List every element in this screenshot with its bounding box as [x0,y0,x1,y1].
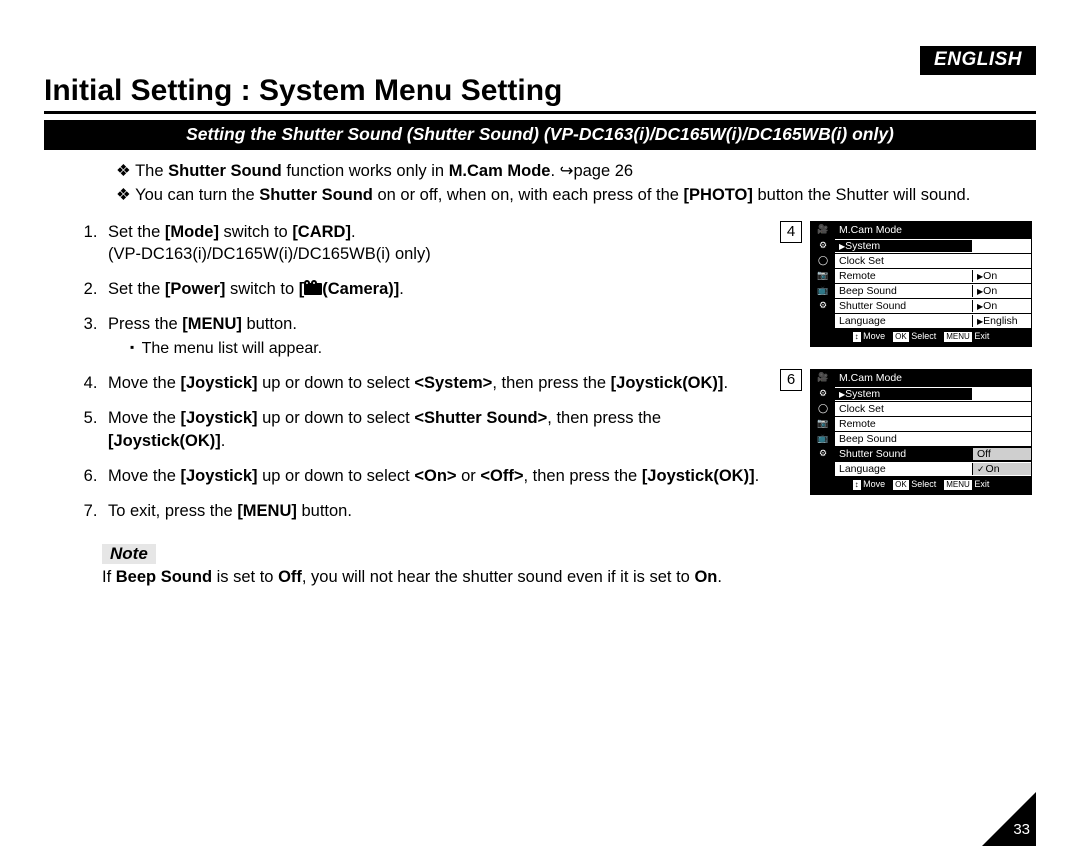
step-list: Set the [Mode] switch to [CARD]. (VP-DC1… [102,221,766,523]
step-6: Move the [Joystick] up or down to select… [102,465,766,487]
note-heading: Note [102,544,156,564]
manual-page: ENGLISH Initial Setting : System Menu Se… [0,0,1080,866]
step-7: To exit, press the [MENU] button. [102,500,766,522]
camera-icon: 📷 [811,269,835,284]
tv-icon: 📺 [811,432,835,447]
menu-panel-4: 🎥 ⚙ ◯ 📷 📺 ⚙ M.Cam Mode ▶System Clock Set [810,221,1032,347]
gear-icon: ⚙ [811,299,835,314]
camera-mode-icon: 🎥 [811,370,835,387]
step-5: Move the [Joystick] up or down to select… [102,407,766,452]
step-1: Set the [Mode] switch to [CARD]. (VP-DC1… [102,221,766,266]
camera-icon: 📷 [811,417,835,432]
menu-panel-6: 🎥 ⚙ ◯ 📷 📺 ⚙ M.Cam Mode ▶System Clock Set [810,369,1032,495]
step-badge-4: 4 [780,221,802,243]
note-body: If Beep Sound is set to Off, you will no… [102,566,766,588]
gear-icon: ⚙ [811,447,835,462]
step-4: Move the [Joystick] up or down to select… [102,372,766,394]
intro-bullet-1: The Shutter Sound function works only in… [116,160,1036,182]
gear-icon: ⚙ [811,239,835,254]
updown-icon: ↕ [853,332,861,342]
menu-footer: ↕ Move OK Select MENU Exit [811,328,1031,346]
menu-icon-column: 🎥 ⚙ ◯ 📷 📺 ⚙ [811,370,835,476]
intro-bullets: The Shutter Sound function works only in… [76,160,1036,207]
section-heading: Setting the Shutter Sound (Shutter Sound… [44,120,1036,150]
menu-figure-6: 6 🎥 ⚙ ◯ 📷 📺 ⚙ M.Cam Mode [780,369,1036,495]
step-2: Set the [Power] switch to [(Camera)]. [102,278,766,300]
tv-icon: 📺 [811,284,835,299]
step-3: Press the [MENU] button. The menu list w… [102,313,766,359]
camera-mode-icon: 🎥 [811,222,835,239]
updown-icon: ↕ [853,480,861,490]
disc-icon: ◯ [811,254,835,269]
language-tag: ENGLISH [920,46,1036,75]
gear-icon: ⚙ [811,387,835,402]
intro-bullet-2: You can turn the Shutter Sound on or off… [116,184,1036,206]
step-badge-6: 6 [780,369,802,391]
page-ref-icon [560,162,574,180]
menu-footer: ↕ Move OK Select MENU Exit [811,476,1031,494]
page-number: 33 [1013,821,1030,838]
page-title: Initial Setting : System Menu Setting [44,74,1036,114]
menu-figure-4: 4 🎥 ⚙ ◯ 📷 📺 ⚙ M.Cam Mode [780,221,1036,347]
disc-icon: ◯ [811,402,835,417]
camera-icon [304,283,322,295]
menu-icon-column: 🎥 ⚙ ◯ 📷 📺 ⚙ [811,222,835,328]
